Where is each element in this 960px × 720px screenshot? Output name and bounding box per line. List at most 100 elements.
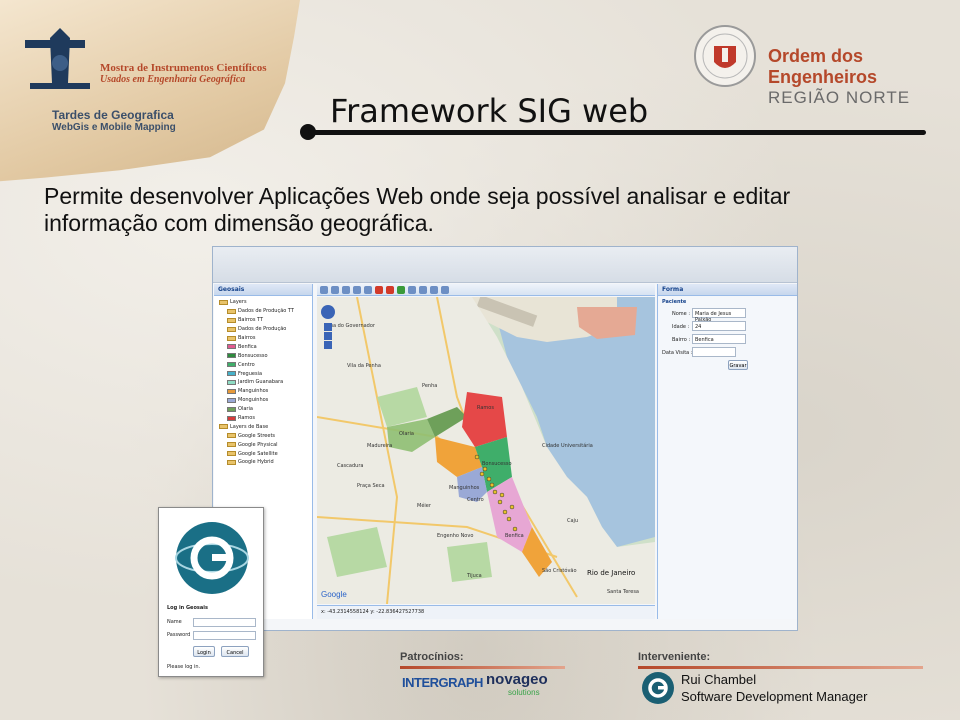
- svg-text:Tijuca: Tijuca: [466, 573, 482, 579]
- layer-color-swatch: [227, 344, 236, 350]
- svg-text:Ilha do Governador: Ilha do Governador: [327, 323, 376, 329]
- layer-tree-item[interactable]: Ramos: [217, 414, 309, 423]
- filter-icon[interactable]: [441, 285, 449, 294]
- layer-tree-item[interactable]: Freguesia: [217, 369, 309, 378]
- name-input[interactable]: [193, 618, 256, 627]
- geosais-panel-header: Geosais: [214, 284, 312, 296]
- layer-tree-item[interactable]: Jardim Guanabara: [217, 378, 309, 387]
- paciente-section: Paciente: [662, 299, 687, 305]
- slide-description: Permite desenvolver Aplicações Web onde …: [44, 183, 791, 236]
- map-view[interactable]: Ramos Olaria Bonsucesso Manguinhos Centr…: [317, 297, 655, 604]
- presenter-name: Rui Chambel: [681, 672, 757, 687]
- password-label: Password: [167, 632, 191, 638]
- zoom-plus-icon: [324, 323, 332, 331]
- geosais-logo-icon: [175, 522, 249, 594]
- svg-text:Benfica: Benfica: [505, 533, 524, 539]
- forma-panel: Forma Paciente Nome : Maria de Jesus Pai…: [657, 284, 797, 619]
- folder-icon: [227, 433, 236, 439]
- data-visita-input[interactable]: [692, 347, 736, 357]
- svg-text:Méier: Méier: [417, 502, 432, 509]
- layer-tree-label: Dados de Produção: [238, 326, 287, 333]
- layer-tree-label: Monguinhos: [238, 397, 269, 404]
- forward-arrow-icon[interactable]: [386, 285, 394, 294]
- layer-tree-item[interactable]: Google Hybrid: [217, 458, 309, 467]
- zoom-out-icon[interactable]: [331, 285, 339, 294]
- layer-tree-label: Centro: [238, 361, 255, 368]
- svg-text:Praça Seca: Praça Seca: [357, 483, 385, 489]
- layer-tree-label: Ramos: [238, 415, 255, 422]
- layer-tree-item[interactable]: Layers de Base: [217, 422, 309, 431]
- zoom-in-icon[interactable]: [320, 285, 328, 294]
- name-label: Name: [167, 619, 182, 625]
- info-icon[interactable]: [408, 285, 416, 294]
- layer-tree-item[interactable]: Benfica: [217, 342, 309, 351]
- measure-icon[interactable]: [364, 285, 372, 294]
- layer-tree-label: Olaria: [238, 406, 253, 413]
- layer-tree-item[interactable]: Dados de Produção: [217, 325, 309, 334]
- layer-tree-item[interactable]: Monguinhos: [217, 396, 309, 405]
- layer-tree-item[interactable]: Manguinhos: [217, 387, 309, 396]
- layer-color-swatch: [227, 371, 236, 377]
- login-button[interactable]: Login: [193, 646, 215, 657]
- layer-tree-item[interactable]: Google Satellite: [217, 449, 309, 458]
- cancel-button[interactable]: Cancel: [221, 646, 249, 657]
- layer-tree-label: Jardim Guanabara: [238, 379, 284, 386]
- back-arrow-icon[interactable]: [375, 285, 383, 294]
- presenter-logo-icon: [642, 672, 674, 704]
- print-icon[interactable]: [419, 285, 427, 294]
- layer-tree-item[interactable]: Bonsucesso: [217, 351, 309, 360]
- layer-tree-item[interactable]: Centro: [217, 360, 309, 369]
- layer-tree-label: Google Physical: [238, 441, 278, 448]
- layer-color-swatch: [227, 362, 236, 368]
- pan-icon[interactable]: [342, 285, 350, 294]
- idade-input[interactable]: 24: [692, 321, 746, 331]
- layer-tree-item[interactable]: Layers: [217, 298, 309, 307]
- svg-text:Centro: Centro: [467, 497, 484, 503]
- bairro-select[interactable]: Benfica: [692, 334, 746, 344]
- folder-icon: [227, 335, 236, 341]
- zoom-extent-icon[interactable]: [353, 285, 361, 294]
- layer-tree-item[interactable]: Google Physical: [217, 440, 309, 449]
- museum-tagline: Usados em Engenharia Geográfica: [100, 74, 246, 85]
- layer-tree-label: Dados de Produção TT: [238, 308, 294, 315]
- layer-tree-label: Bonsucesso: [238, 352, 268, 359]
- next-arrow-icon[interactable]: [397, 285, 405, 294]
- novageo-logo: novageo solutions: [486, 671, 548, 697]
- layer-tree-label: Google Streets: [238, 432, 276, 439]
- layer-color-swatch: [227, 388, 236, 394]
- interveniente-underline: [638, 666, 923, 669]
- nome-input[interactable]: Maria de Jesus Paixão: [692, 308, 746, 323]
- ordem-region: REGIÃO NORTE: [768, 88, 911, 107]
- folder-icon: [227, 317, 236, 323]
- svg-text:Bonsucesso: Bonsucesso: [482, 461, 512, 467]
- layer-color-swatch: [227, 406, 236, 412]
- map-canvas[interactable]: Ramos Olaria Bonsucesso Manguinhos Centr…: [317, 297, 655, 604]
- field-nome: Nome : Maria de Jesus Paixão: [658, 308, 797, 323]
- field-bairro: Bairro : Benfica: [658, 334, 797, 347]
- gravar-button[interactable]: Gravar: [728, 360, 748, 370]
- layer-tree-item[interactable]: Bairros: [217, 334, 309, 343]
- slide-title: Framework SIG web: [330, 92, 649, 130]
- save-icon[interactable]: [430, 285, 438, 294]
- layer-tree-item[interactable]: Olaria: [217, 405, 309, 414]
- layer-tree-label: Freguesia: [238, 370, 263, 377]
- password-input[interactable]: [193, 631, 256, 640]
- layer-tree-item[interactable]: Google Streets: [217, 431, 309, 440]
- layer-tree-item[interactable]: Dados de Produção TT: [217, 307, 309, 316]
- layer-tree-item[interactable]: Bairros TT: [217, 316, 309, 325]
- layer-tree-label: Layers: [230, 299, 247, 306]
- oil-derrick-logo-icon: [25, 28, 90, 89]
- ordem-name: Ordem dos Engenheiros: [768, 46, 878, 87]
- gravar-row: Gravar: [658, 360, 797, 373]
- layer-color-swatch: [227, 415, 236, 421]
- layer-tree-label: Google Satellite: [238, 450, 278, 457]
- layer-color-swatch: [227, 353, 236, 359]
- map-toolbar: [317, 284, 655, 296]
- svg-text:Manguinhos: Manguinhos: [449, 485, 480, 491]
- zoom-minus-icon: [324, 341, 332, 349]
- svg-text:Cidade Universitária: Cidade Universitária: [542, 442, 593, 449]
- svg-text:Madureira: Madureira: [367, 443, 392, 449]
- bairro-label: Bairro :: [672, 337, 691, 343]
- svg-text:Rio de Janeiro: Rio de Janeiro: [587, 569, 635, 577]
- map-coordinates: x: -43.2314558124 y: -22.836427527738: [317, 605, 655, 619]
